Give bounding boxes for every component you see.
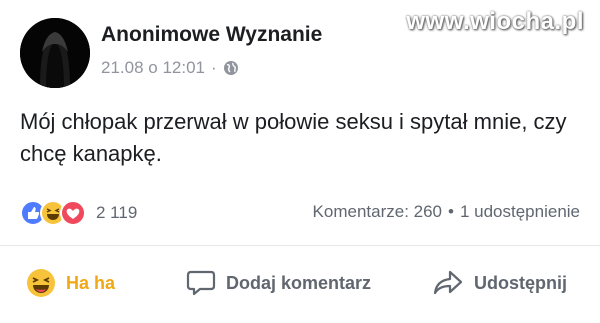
divider — [0, 245, 600, 246]
reaction-summary[interactable]: 2 119 — [20, 200, 137, 226]
hooded-figure-icon — [20, 18, 90, 88]
avatar[interactable] — [20, 18, 90, 88]
share-button[interactable]: Udostępnij — [432, 269, 567, 297]
comment-bubble-icon — [186, 270, 216, 296]
post-meta: 21.08 o 12:01 · — [101, 58, 239, 78]
post-text: Mój chłopak przerwał w połowie seksu i s… — [20, 109, 567, 166]
comments-count[interactable]: Komentarze: 260 — [313, 202, 442, 222]
post-actions: Ha ha Dodaj komentarz Udostępnij — [0, 258, 600, 308]
post-author[interactable]: Anonimowe Wyznanie — [101, 23, 322, 47]
meta-separator: · — [210, 58, 217, 77]
comment-button[interactable]: Dodaj komentarz — [186, 269, 371, 297]
watermark: www.wiocha.pl — [406, 8, 584, 35]
comment-button-label: Dodaj komentarz — [226, 272, 372, 293]
stats-separator: • — [448, 202, 454, 221]
haha-icon — [27, 269, 55, 297]
share-arrow-icon — [433, 270, 463, 295]
love-icon — [60, 200, 86, 226]
shares-count[interactable]: 1 udostępnienie — [460, 202, 580, 222]
reaction-count: 2 119 — [96, 203, 138, 222]
post-stats: Komentarze: 260 • 1 udostępnienie — [313, 202, 580, 222]
globe-icon — [223, 61, 238, 75]
post-timestamp[interactable]: 21.08 o 12:01 — [101, 58, 205, 78]
share-button-label: Udostępnij — [474, 272, 567, 293]
react-button-label: Ha ha — [66, 272, 116, 293]
react-button[interactable]: Ha ha — [26, 268, 115, 298]
